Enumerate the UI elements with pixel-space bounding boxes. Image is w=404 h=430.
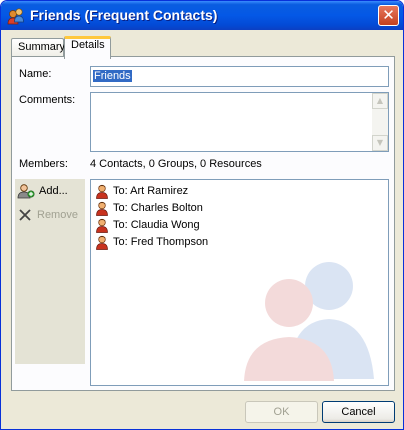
members-actions-panel: Add... Remove [15,179,85,364]
cancel-button-label: Cancel [341,406,376,418]
title-bar[interactable]: Friends (Frequent Contacts) ✕ [1,1,403,30]
tab-details[interactable]: Details [64,36,111,59]
list-item[interactable]: To: Claudia Wong [95,217,200,233]
ok-button[interactable]: OK [245,401,318,423]
window-title: Friends (Frequent Contacts) [30,7,218,23]
contact-person-icon [96,201,108,216]
comments-scrollbar[interactable]: ▲ ▼ [372,93,388,151]
contact-person-icon [96,184,108,199]
comments-label: Comments: [19,94,76,106]
list-item[interactable]: To: Charles Bolton [95,200,203,216]
scroll-down-button[interactable]: ▼ [372,135,388,151]
ok-button-label: OK [273,406,290,418]
name-value: Friends [93,70,132,82]
add-member-icon [17,184,35,199]
tab-details-label: Details [71,39,105,51]
members-label: Members: [19,158,68,170]
close-button[interactable]: ✕ [378,5,399,26]
remove-button[interactable]: Remove [17,206,78,224]
list-item[interactable]: To: Art Ramirez [95,183,188,199]
cancel-button[interactable]: Cancel [322,401,395,423]
contact-person-icon [96,218,108,233]
remove-x-icon [19,209,31,221]
comments-field[interactable]: ▲ ▼ [90,92,389,152]
members-list[interactable]: To: Art Ramirez To: Charles Bolton To: Cla… [90,179,389,386]
list-item-text: To: Art Ramirez [113,185,189,197]
add-button[interactable]: Add... [17,182,68,200]
contact-person-icon [96,235,108,250]
name-field[interactable]: Friends [90,66,389,87]
group-watermark-icon [244,262,374,381]
remove-button-label: Remove [37,209,78,221]
tab-summary[interactable]: Summary [11,38,66,56]
group-contacts-icon [7,8,24,25]
list-item[interactable]: To: Fred Thompson [95,234,208,250]
list-item-text: To: Claudia Wong [113,219,200,231]
members-summary: 4 Contacts, 0 Groups, 0 Resources [90,158,262,170]
tab-summary-label: Summary [18,41,66,53]
add-button-label: Add... [39,185,68,197]
dialog-window: Friends (Frequent Contacts) ✕ Summary De… [0,0,404,430]
list-item-text: To: Fred Thompson [113,236,209,248]
close-icon: ✕ [382,6,395,24]
list-item-text: To: Charles Bolton [113,202,203,214]
scroll-up-button[interactable]: ▲ [372,93,388,109]
name-label: Name: [19,68,52,80]
